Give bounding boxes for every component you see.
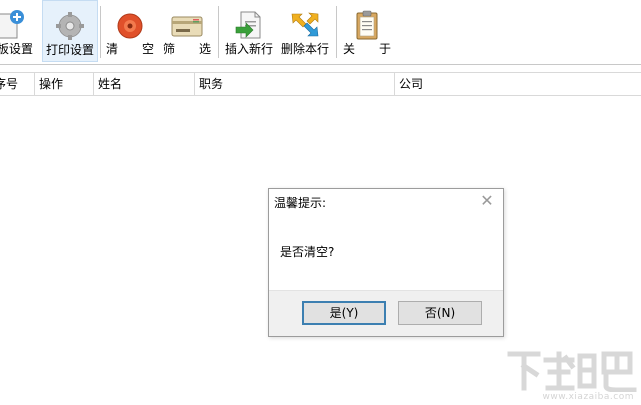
toolbar-separator: [336, 6, 337, 58]
table-header: 序号 操作 姓名 职务 公司: [0, 72, 641, 96]
column-header-name[interactable]: 姓名: [94, 73, 195, 95]
no-button[interactable]: 否(N): [398, 301, 482, 325]
dialog-footer: 是(Y) 否(N): [269, 290, 503, 336]
clear-icon: [113, 8, 147, 42]
delete-row-button[interactable]: 删除本行: [278, 0, 332, 62]
delete-row-label: 删除本行: [280, 42, 329, 56]
toolbar-separator: [218, 6, 219, 58]
toolbar-separator: [100, 6, 101, 58]
watermark-logo-icon: [507, 351, 637, 393]
delete-row-arrows-icon: [288, 8, 322, 42]
print-settings-gear-icon: [53, 9, 87, 43]
template-settings-label: 模板设置: [0, 42, 33, 56]
insert-row-icon: [232, 8, 266, 42]
insert-row-label: 插入新行: [224, 42, 273, 56]
about-label: 关 于: [342, 42, 391, 56]
dialog-title: 温馨提示:: [274, 196, 327, 210]
insert-row-button[interactable]: 插入新行: [222, 0, 276, 62]
about-clipboard-icon: [350, 8, 384, 42]
print-settings-label: 打印设置: [45, 43, 94, 57]
column-header-index[interactable]: 序号: [0, 73, 35, 95]
clear-label: 清 空: [105, 42, 154, 56]
template-add-icon: [0, 8, 26, 42]
filter-card-icon: [169, 8, 205, 42]
column-header-company[interactable]: 公司: [395, 73, 641, 95]
print-settings-button[interactable]: 打印设置: [42, 0, 98, 62]
yes-button[interactable]: 是(Y): [302, 301, 386, 325]
template-settings-button[interactable]: 模板设置: [0, 0, 40, 62]
confirm-dialog: 温馨提示: ✕ 是否清空? 是(Y) 否(N): [268, 188, 504, 337]
dialog-message: 是否清空?: [280, 245, 335, 259]
close-icon[interactable]: ✕: [477, 191, 497, 211]
filter-label: 筛 选: [162, 42, 211, 56]
filter-button[interactable]: 筛 选: [160, 0, 214, 62]
watermark-url: www.xiazaiba.com: [542, 392, 634, 402]
column-header-position[interactable]: 职务: [195, 73, 395, 95]
about-button[interactable]: 关 于: [340, 0, 394, 62]
column-header-action[interactable]: 操作: [35, 73, 94, 95]
watermark-logo: www.xiazaiba.com: [506, 348, 638, 402]
clear-button[interactable]: 清 空: [104, 0, 156, 62]
toolbar: 模板设置 打印设置: [0, 0, 641, 65]
